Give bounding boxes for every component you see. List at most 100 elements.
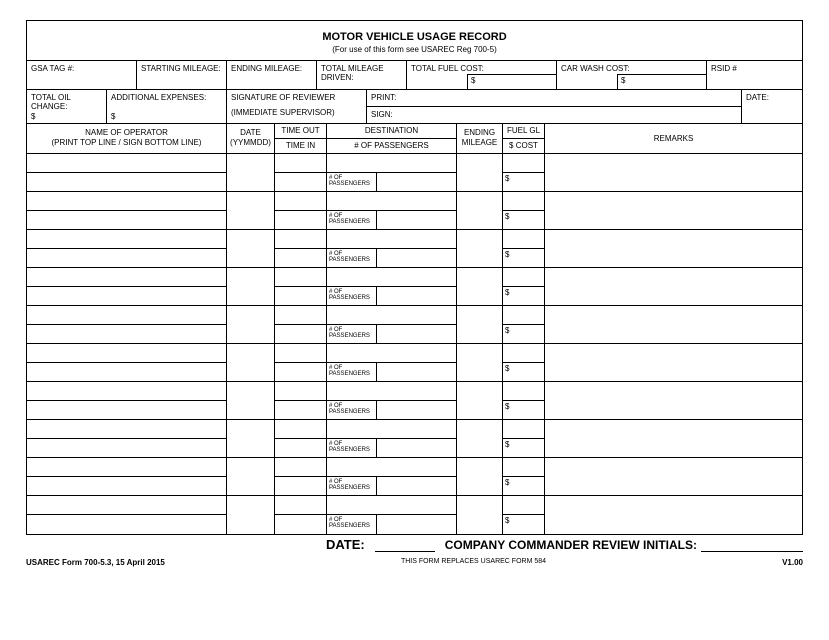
fuel-cell[interactable]: $ <box>503 458 545 495</box>
ending-mileage-cell[interactable] <box>457 496 503 534</box>
fuel-dollar: $ <box>503 173 544 191</box>
log-date-label2: (YYMMDD) <box>229 138 272 148</box>
operator-name-cell[interactable] <box>27 458 227 495</box>
operator-name-cell[interactable] <box>27 496 227 534</box>
ending-mileage-cell[interactable] <box>457 382 503 419</box>
sign-field[interactable]: SIGN: <box>367 107 741 123</box>
fuel-cell[interactable]: $ <box>503 306 545 343</box>
destination-cell[interactable]: # OF PASSENGERS <box>327 420 457 457</box>
time-cell[interactable] <box>275 344 327 381</box>
log-date-cell[interactable] <box>227 458 275 495</box>
starting-mileage-field[interactable]: STARTING MILEAGE: <box>137 61 227 89</box>
fuel-cell[interactable]: $ <box>503 344 545 381</box>
remarks-cell[interactable] <box>545 268 802 305</box>
ending-mileage-cell[interactable] <box>457 420 503 457</box>
fuel-cell[interactable]: $ <box>503 420 545 457</box>
operator-name-cell[interactable] <box>27 420 227 457</box>
fuel-cell[interactable]: $ <box>503 192 545 229</box>
remarks-cell[interactable] <box>545 306 802 343</box>
ending-mileage-cell[interactable] <box>457 344 503 381</box>
ending-mileage-cell[interactable] <box>457 154 503 191</box>
remarks-cell[interactable] <box>545 230 802 267</box>
dollar-sign: $ <box>111 112 115 121</box>
operator-name-cell[interactable] <box>27 192 227 229</box>
destination-label: DESTINATION <box>327 124 456 139</box>
time-cell[interactable] <box>275 420 327 457</box>
car-wash-value[interactable]: $ <box>617 74 706 89</box>
log-date-cell[interactable] <box>227 154 275 191</box>
total-oil-label: TOTAL OIL CHANGE: <box>31 93 71 111</box>
remarks-cell[interactable] <box>545 496 802 534</box>
reviewer-date-field[interactable]: DATE: <box>742 90 802 123</box>
remarks-cell[interactable] <box>545 192 802 229</box>
signature-reviewer-field[interactable]: SIGNATURE OF REVIEWER (IMMEDIATE SUPERVI… <box>227 90 367 123</box>
operator-name-label2: (PRINT TOP LINE / SIGN BOTTOM LINE) <box>29 138 224 148</box>
time-cell[interactable] <box>275 154 327 191</box>
fuel-gl-label: FUEL GL <box>503 124 544 139</box>
print-field[interactable]: PRINT: <box>367 90 741 107</box>
destination-cell[interactable]: # OF PASSENGERS <box>327 192 457 229</box>
passengers-mini-label: # OF PASSENGERS <box>327 515 377 534</box>
remarks-cell[interactable] <box>545 420 802 457</box>
ending-mileage-field[interactable]: ENDING MILEAGE: <box>227 61 317 89</box>
operator-name-cell[interactable] <box>27 306 227 343</box>
time-cell[interactable] <box>275 306 327 343</box>
form-replaces: THIS FORM REPLACES USAREC FORM 584 <box>401 558 546 567</box>
fuel-cell[interactable]: $ <box>503 154 545 191</box>
ending-mileage-cell[interactable] <box>457 268 503 305</box>
operator-name-cell[interactable] <box>27 154 227 191</box>
log-date-cell[interactable] <box>227 306 275 343</box>
destination-cell[interactable]: # OF PASSENGERS <box>327 344 457 381</box>
destination-cell[interactable]: # OF PASSENGERS <box>327 458 457 495</box>
fuel-cell[interactable]: $ <box>503 496 545 534</box>
car-wash-cost-field[interactable]: CAR WASH COST: $ <box>557 61 707 89</box>
remarks-cell[interactable] <box>545 344 802 381</box>
operator-name-cell[interactable] <box>27 230 227 267</box>
time-cell[interactable] <box>275 230 327 267</box>
fuel-cost-value[interactable]: $ <box>467 74 556 89</box>
time-cell[interactable] <box>275 192 327 229</box>
remarks-cell[interactable] <box>545 154 802 191</box>
log-date-cell[interactable] <box>227 344 275 381</box>
log-date-cell[interactable] <box>227 230 275 267</box>
total-oil-change-field[interactable]: TOTAL OIL CHANGE: $ <box>27 90 107 123</box>
footer-date-input[interactable] <box>375 551 435 552</box>
destination-cell[interactable]: # OF PASSENGERS <box>327 306 457 343</box>
log-date-cell[interactable] <box>227 420 275 457</box>
rsid-field[interactable]: RSID # <box>707 61 802 89</box>
time-cell[interactable] <box>275 458 327 495</box>
destination-cell[interactable]: # OF PASSENGERS <box>327 496 457 534</box>
destination-cell[interactable]: # OF PASSENGERS <box>327 382 457 419</box>
fuel-cost-label: $ COST <box>503 139 544 153</box>
ending-mileage-cell[interactable] <box>457 306 503 343</box>
destination-cell[interactable]: # OF PASSENGERS <box>327 268 457 305</box>
log-date-cell[interactable] <box>227 268 275 305</box>
operator-name-cell[interactable] <box>27 344 227 381</box>
fuel-dollar: $ <box>503 515 544 534</box>
destination-cell[interactable]: # OF PASSENGERS <box>327 230 457 267</box>
log-date-cell[interactable] <box>227 192 275 229</box>
destination-cell[interactable]: # OF PASSENGERS <box>327 154 457 191</box>
gsa-tag-field[interactable]: GSA TAG #: <box>27 61 137 89</box>
remarks-cell[interactable] <box>545 382 802 419</box>
operator-name-cell[interactable] <box>27 382 227 419</box>
total-mileage-field[interactable]: TOTAL MILEAGE DRIVEN: <box>317 61 407 89</box>
log-date-label1: DATE <box>229 128 272 138</box>
fuel-cell[interactable]: $ <box>503 268 545 305</box>
commander-initials-input[interactable] <box>701 551 803 552</box>
ending-mileage-cell[interactable] <box>457 458 503 495</box>
fuel-cell[interactable]: $ <box>503 382 545 419</box>
time-cell[interactable] <box>275 496 327 534</box>
fuel-cell[interactable]: $ <box>503 230 545 267</box>
time-cell[interactable] <box>275 382 327 419</box>
ending-mileage-cell[interactable] <box>457 192 503 229</box>
total-fuel-cost-field[interactable]: TOTAL FUEL COST: $ <box>407 61 557 89</box>
log-date-cell[interactable] <box>227 382 275 419</box>
remarks-cell[interactable] <box>545 458 802 495</box>
time-header: TIME OUT TIME IN <box>275 124 327 153</box>
operator-name-cell[interactable] <box>27 268 227 305</box>
ending-mileage-cell[interactable] <box>457 230 503 267</box>
additional-expenses-field[interactable]: ADDITIONAL EXPENSES: $ <box>107 90 227 123</box>
time-cell[interactable] <box>275 268 327 305</box>
log-date-cell[interactable] <box>227 496 275 534</box>
